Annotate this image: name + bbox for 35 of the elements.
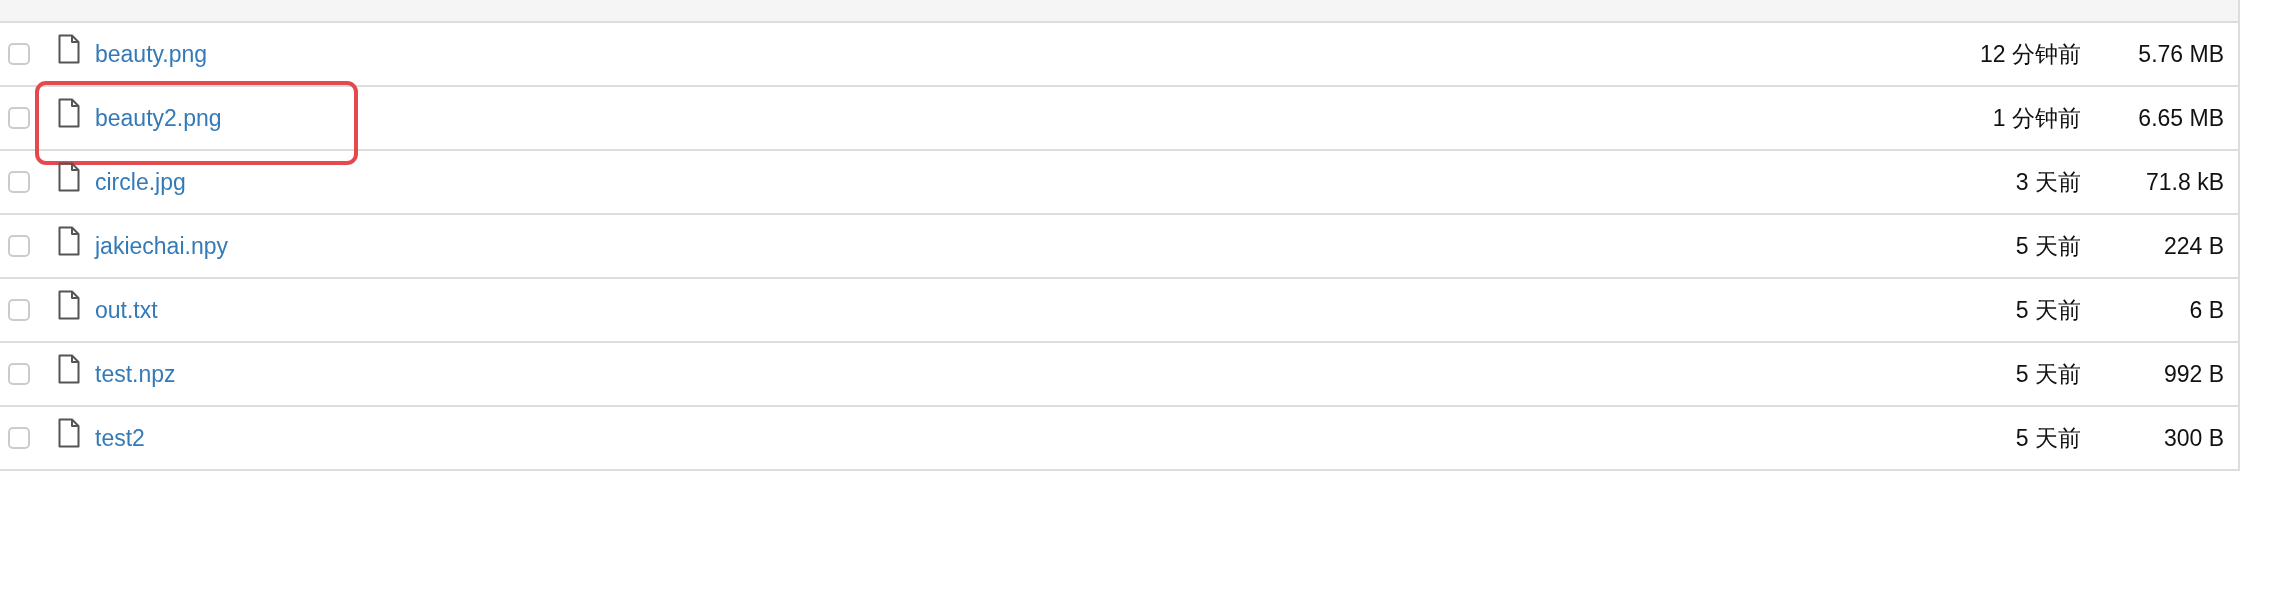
file-icon	[58, 98, 80, 128]
file-icon	[58, 418, 80, 448]
modified-time: 5 天前	[2015, 423, 2081, 453]
row-checkbox[interactable]	[8, 363, 30, 385]
file-size: 5.76 MB	[2137, 39, 2224, 69]
file-link[interactable]: out.txt	[95, 292, 158, 328]
file-link[interactable]: beauty2.png	[95, 100, 222, 136]
file-icon	[58, 354, 80, 384]
file-size: 224 B	[2162, 231, 2224, 261]
file-size: 992 B	[2162, 359, 2224, 389]
file-icon	[58, 162, 80, 192]
file-link[interactable]: circle.jpg	[95, 164, 186, 200]
modified-time: 5 天前	[2015, 359, 2081, 389]
file-link[interactable]: beauty.png	[95, 36, 208, 72]
modified-time: 5 天前	[2015, 231, 2081, 261]
modified-time: 5 天前	[2015, 295, 2081, 325]
file-size: 6.65 MB	[2137, 103, 2224, 133]
file-icon	[58, 226, 80, 256]
row-checkbox[interactable]	[8, 171, 30, 193]
row-checkbox[interactable]	[8, 299, 30, 321]
file-size: 6 B	[2188, 295, 2224, 325]
file-icon	[58, 290, 80, 320]
row-checkbox[interactable]	[8, 43, 30, 65]
modified-time: 1 分钟前	[1992, 103, 2081, 133]
row-checkbox[interactable]	[8, 235, 30, 257]
row-checkbox[interactable]	[8, 107, 30, 129]
file-size: 300 B	[2162, 423, 2224, 453]
row-checkbox[interactable]	[8, 427, 30, 449]
file-icon	[58, 34, 80, 64]
modified-time: 12 分钟前	[1980, 39, 2081, 69]
file-link[interactable]: jakiechai.npy	[95, 228, 228, 264]
file-link[interactable]: test2	[95, 420, 145, 456]
file-link[interactable]: test.npz	[95, 356, 176, 392]
modified-time: 3 天前	[2015, 167, 2081, 197]
file-size: 71.8 kB	[2145, 167, 2224, 197]
